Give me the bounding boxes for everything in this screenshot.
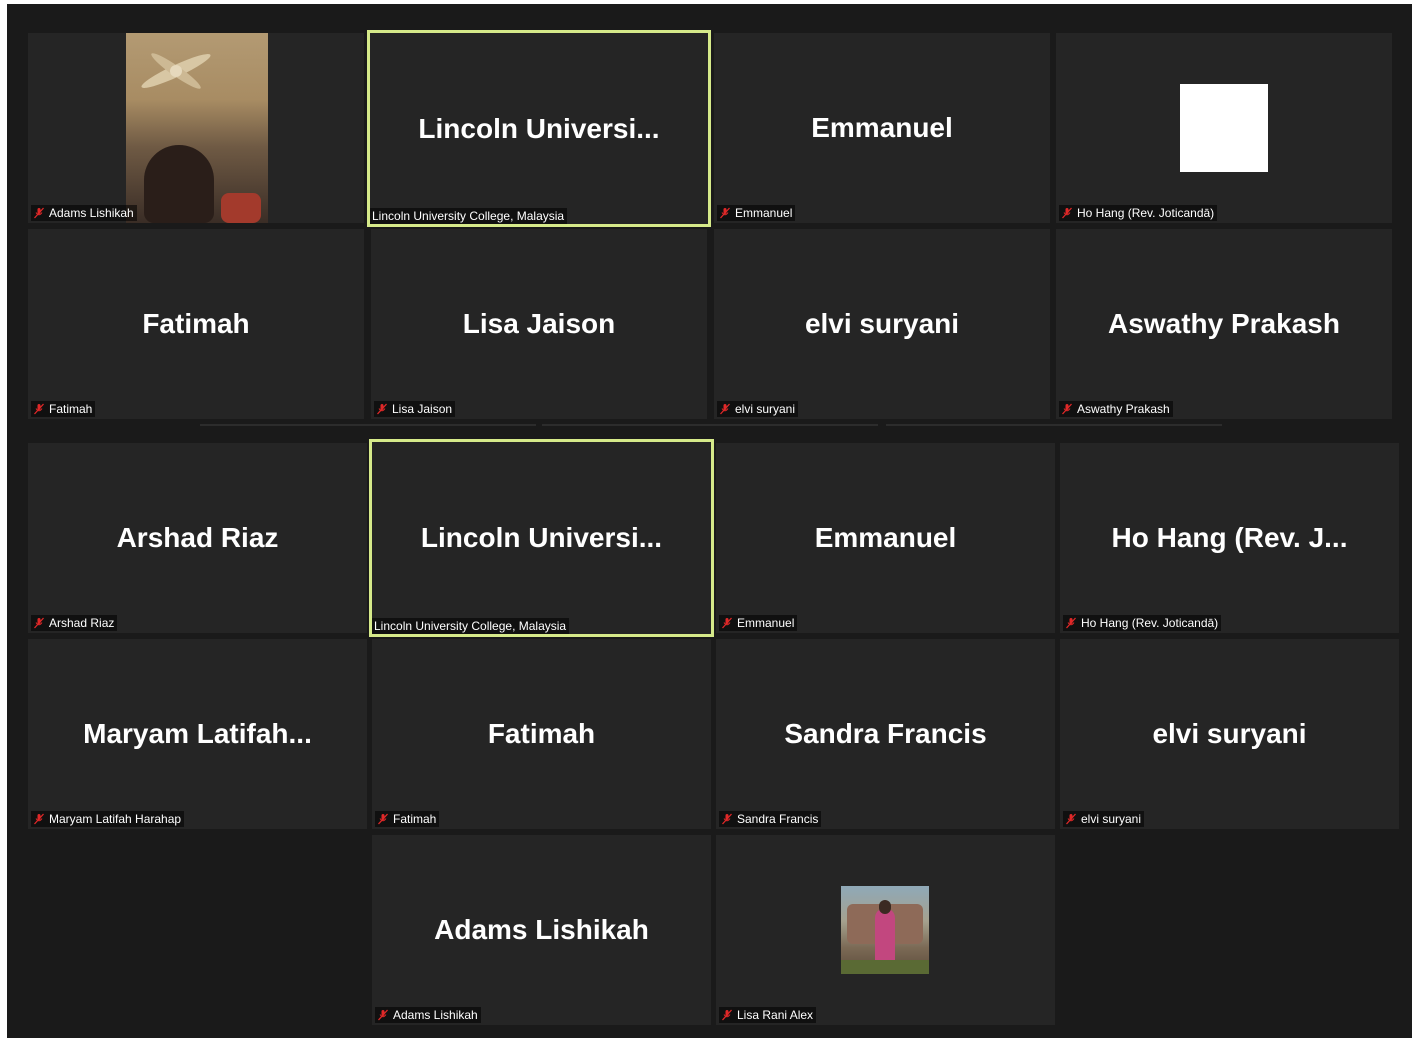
muted-microphone-icon (1066, 617, 1076, 629)
participant-clothing (221, 193, 261, 223)
participant-display-name: Emmanuel (811, 112, 953, 143)
ceiling-fan-image (141, 53, 211, 89)
participant-silhouette (144, 145, 214, 223)
participant-display-name: Lisa Jaison (462, 308, 616, 339)
muted-microphone-icon (378, 813, 388, 825)
muted-microphone-icon (34, 813, 44, 825)
participant-name-label: Ho Hang (Rev. Joticandā) (1059, 205, 1218, 221)
participant-tile-adams-lishikah[interactable]: Adams Lishikah Adams Lishikah (372, 835, 711, 1025)
participant-display-name: elvi suryani (804, 308, 960, 339)
participant-name-label: Emmanuel (719, 615, 798, 631)
photo-ground (841, 960, 929, 974)
muted-microphone-icon (722, 617, 732, 629)
participant-name-label: Lincoln University College, Malaysia (370, 208, 568, 224)
participant-name-label: Emmanuel (717, 205, 796, 221)
participant-name-label: Fatimah (375, 811, 440, 827)
participant-display-name: Fatimah (142, 308, 250, 339)
participant-display-name: elvi suryani (1152, 718, 1307, 749)
gallery-separator (886, 424, 1222, 426)
participant-name-label: Adams Lishikah (375, 1007, 481, 1023)
participant-tile-lisa-rani-alex[interactable]: Lisa Rani Alex (716, 835, 1055, 1025)
window-edge (1412, 0, 1423, 1038)
participant-video-feed (126, 33, 268, 223)
participant-tile-ho-hang[interactable]: Ho Hang (Rev. Joticandā) (1056, 33, 1392, 223)
photo-person (875, 908, 895, 966)
muted-microphone-icon (722, 813, 732, 825)
muted-microphone-icon (34, 207, 44, 219)
participant-name-label: elvi suryani (1063, 811, 1145, 827)
participant-display-name: Ho Hang (Rev. J... (1111, 522, 1348, 553)
participant-tile-aswathy-prakash[interactable]: Aswathy Prakash Aswathy Prakash (1056, 229, 1392, 419)
profile-picture (841, 886, 929, 974)
muted-microphone-icon (1062, 403, 1072, 415)
participant-tile-lincoln-university[interactable]: Lincoln Universi... Lincoln University C… (367, 30, 711, 227)
participant-name-label: elvi suryani (717, 401, 799, 417)
participant-name-label: Lisa Jaison (374, 401, 456, 417)
participant-tile-ho-hang[interactable]: Ho Hang (Rev. J... Ho Hang (Rev. Jotican… (1060, 443, 1399, 633)
participant-tile-lisa-jaison[interactable]: Lisa Jaison Lisa Jaison (371, 229, 707, 419)
participant-name-label: Lincoln University College, Malaysia (372, 618, 570, 634)
muted-microphone-icon (34, 617, 44, 629)
participant-name-label: Lisa Rani Alex (719, 1007, 817, 1023)
participant-tile-fatimah[interactable]: Fatimah Fatimah (28, 229, 364, 419)
participant-display-name: Fatimah (487, 718, 596, 749)
participant-display-name: Lincoln Universi... (418, 112, 660, 144)
participant-display-name: Adams Lishikah (434, 914, 649, 945)
participant-display-name: Lincoln Universi... (420, 522, 663, 553)
participant-display-name: Emmanuel (814, 522, 957, 553)
participant-tile-emmanuel[interactable]: Emmanuel Emmanuel (716, 443, 1055, 633)
participant-name-label: Aswathy Prakash (1059, 401, 1173, 417)
participant-tile-maryam-latifah[interactable]: Maryam Latifah... Maryam Latifah Harahap (28, 639, 367, 829)
participant-tile-lincoln-university[interactable]: Lincoln Universi... Lincoln University C… (369, 439, 714, 637)
participant-tile-adams-lishikah-video[interactable]: Adams Lishikah (28, 33, 364, 223)
muted-microphone-icon (1066, 813, 1076, 825)
gallery-separator (200, 424, 536, 426)
muted-microphone-icon (722, 1009, 732, 1021)
participant-name-label: Sandra Francis (719, 811, 822, 827)
participant-tile-fatimah[interactable]: Fatimah Fatimah (372, 639, 711, 829)
participant-tile-emmanuel[interactable]: Emmanuel Emmanuel (714, 33, 1050, 223)
participant-name-label: Maryam Latifah Harahap (31, 811, 185, 827)
participant-name-label: Arshad Riaz (31, 615, 118, 631)
photo-person-head (879, 900, 891, 914)
participant-display-name: Sandra Francis (784, 718, 987, 749)
participant-tile-elvi-suryani[interactable]: elvi suryani elvi suryani (1060, 639, 1399, 829)
muted-microphone-icon (1062, 207, 1072, 219)
participant-name-label: Fatimah (31, 401, 96, 417)
muted-microphone-icon (378, 1009, 388, 1021)
participant-display-name: Aswathy Prakash (1108, 308, 1340, 339)
participant-tile-arshad-riaz[interactable]: Arshad Riaz Arshad Riaz (28, 443, 367, 633)
participant-display-name: Maryam Latifah... (83, 718, 312, 749)
participant-name-label: Adams Lishikah (31, 205, 137, 221)
participant-name-label: Ho Hang (Rev. Joticandā) (1063, 615, 1222, 631)
muted-microphone-icon (34, 403, 44, 415)
gallery-separator (542, 424, 878, 426)
participant-tile-elvi-suryani[interactable]: elvi suryani elvi suryani (714, 229, 1050, 419)
muted-microphone-icon (720, 207, 730, 219)
muted-microphone-icon (377, 403, 387, 415)
profile-picture (1180, 84, 1268, 172)
participant-display-name: Arshad Riaz (116, 522, 279, 553)
muted-microphone-icon (720, 403, 730, 415)
participant-tile-sandra-francis[interactable]: Sandra Francis Sandra Francis (716, 639, 1055, 829)
